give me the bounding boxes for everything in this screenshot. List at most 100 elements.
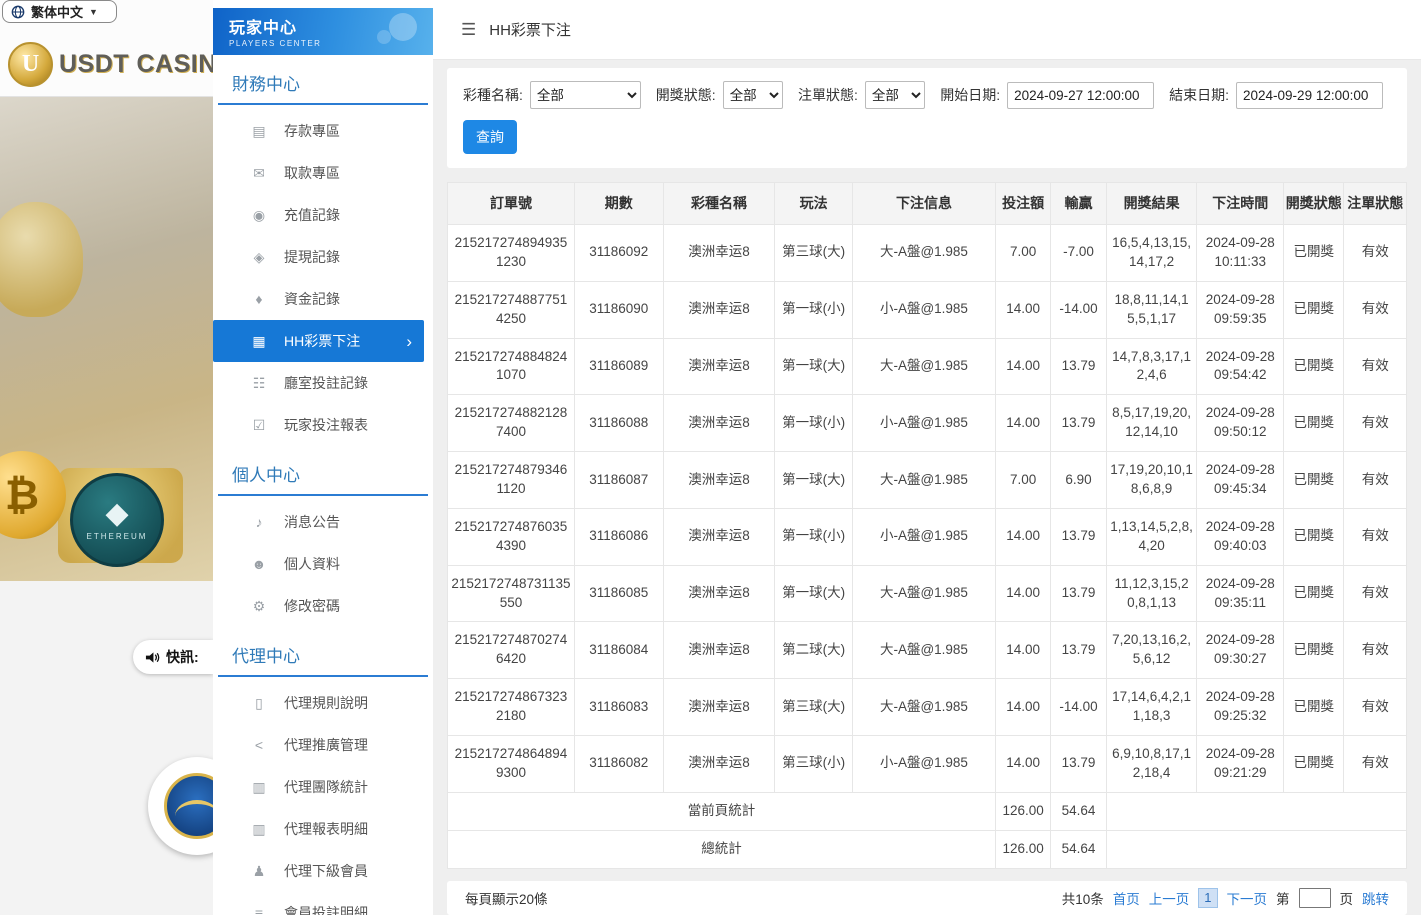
speaker-icon [145,650,160,665]
table-cell: 有效 [1344,225,1407,282]
table-cell: 第一球(小) [775,281,853,338]
filter-row: 彩種名稱: 全部 開獎狀態: 全部 注單狀態: 全部 開始日期: 結束日期: [463,81,1391,109]
start-date-input[interactable] [1007,82,1154,109]
column-header: 開獎結果 [1106,183,1197,225]
first-page-link[interactable]: 首页 [1113,888,1140,908]
sidebar-item-label: 玩家投注報表 [284,415,368,435]
table-cell: 2024-09-28 09:54:42 [1197,338,1284,395]
sidebar-item-change-password[interactable]: ⚙修改密碼 [213,585,433,627]
table-cell: -14.00 [1051,281,1106,338]
news-label: 快訊: [166,647,199,667]
menu-toggle-icon[interactable]: ☰ [461,20,476,40]
sidebar-item-agent-sub-members[interactable]: ♟代理下級會員 [213,850,433,892]
sidebar-item-label: 廳室投註記錄 [284,373,368,393]
sidebar-item-agent-team-stats[interactable]: ▥代理團隊統計 [213,766,433,808]
sidebar-item-messages[interactable]: ♪消息公告 [213,501,433,543]
sidebar-item-deposit-area[interactable]: ▤存款專區 [213,110,433,152]
team-logo-badge [148,757,213,855]
sidebar-item-member-bet-detail[interactable]: ≡會員投註明細 [213,892,433,915]
table-cell: 已開獎 [1284,395,1344,452]
table-cell: 澳洲幸运8 [663,395,775,452]
column-header: 下注信息 [852,183,995,225]
sidebar-item-withdraw-area[interactable]: ✉取款專區 [213,152,433,194]
column-header: 輸贏 [1051,183,1106,225]
current-page-button[interactable]: 1 [1198,888,1217,908]
next-page-link[interactable]: 下一页 [1227,888,1268,908]
column-header: 彩種名稱 [663,183,775,225]
sidebar-section-title: 個人中心 [218,446,428,496]
sidebar-item-profile[interactable]: ☻ 個人資料 [213,543,433,585]
pagination-bar: 每頁顯示20條 共10条 首页 上一页 1 下一页 第 页 跳转 [447,881,1407,915]
table-cell: 已開獎 [1284,736,1344,793]
table-cell: 澳洲幸运8 [663,622,775,679]
table-row: 215217274894935123031186092澳洲幸运8第三球(大)大-… [448,225,1407,282]
sidebar-item-funds-records[interactable]: ♦資金記錄 [213,278,433,320]
table-cell: 已開獎 [1284,281,1344,338]
table-cell: 16,5,4,13,15,14,17,2 [1106,225,1197,282]
sidebar-item-withdrawal-records[interactable]: ◈提現記錄 [213,236,433,278]
page-jump-input[interactable] [1299,888,1331,908]
table-cell: 2024-09-28 09:21:29 [1197,736,1284,793]
table-cell: -7.00 [1051,225,1106,282]
table-cell: 14.00 [995,622,1050,679]
column-header: 開獎狀態 [1284,183,1344,225]
news-ticker[interactable]: 快訊: [133,640,213,674]
sidebar-item-player-bet-report[interactable]: ☑玩家投注報表 [213,404,433,446]
sidebar-item-agent-rules[interactable]: ▯代理規則說明 [213,682,433,724]
table-cell: 大-A盤@1.985 [852,679,995,736]
room-records-icon: ☷ [251,375,267,392]
table-cell: 小-A盤@1.985 [852,508,995,565]
table-cell: 第一球(大) [775,565,853,622]
prev-page-link[interactable]: 上一页 [1149,888,1190,908]
summary-current-bet: 126.00 [995,792,1050,830]
summary-current-row: 當前頁統計 126.00 54.64 [448,792,1407,830]
table-cell: 大-A盤@1.985 [852,452,995,509]
column-header: 玩法 [775,183,853,225]
lottery-icon: ▦ [251,333,267,350]
ethereum-label: ETHEREUM [87,532,148,541]
table-header-row: 訂單號期數彩種名稱玩法下注信息投注額輸贏開獎結果下注時間開獎狀態注單狀態 [448,183,1407,225]
table-cell: 2152172748793461120 [448,452,575,509]
sidebar-item-hh-lottery-bets[interactable]: ▦HH彩票下注› [213,320,424,362]
table-cell: 31186089 [574,338,663,395]
table-cell: 第三球(小) [775,736,853,793]
pager: 共10条 首页 上一页 1 下一页 第 页 跳转 [1062,888,1389,908]
table-cell: 有效 [1344,452,1407,509]
table-row: 215217274870274642031186084澳洲幸运8第二球(大)大-… [448,622,1407,679]
table-cell: 14.00 [995,736,1050,793]
sidebar-item-label: 個人資料 [284,554,340,574]
draw-status-select[interactable]: 全部 [723,81,783,109]
document-icon: ▯ [251,695,267,712]
end-date-input[interactable] [1236,82,1383,109]
sidebar-item-label: 代理下級會員 [284,861,368,881]
column-header: 投注額 [995,183,1050,225]
table-cell: 2024-09-28 09:50:12 [1197,395,1284,452]
table-cell: 有效 [1344,508,1407,565]
deposit-icon: ▤ [251,123,267,140]
search-button[interactable]: 查詢 [463,120,517,154]
sidebar-item-agent-report-detail[interactable]: ▥代理報表明細 [213,808,433,850]
table-cell: 7.00 [995,452,1050,509]
table-cell: 14,7,8,3,17,12,4,6 [1106,338,1197,395]
order-status-select[interactable]: 全部 [865,81,925,109]
table-cell: 13.79 [1051,508,1106,565]
table-cell: 已開獎 [1284,508,1344,565]
user-icon: ☻ [251,556,267,572]
sidebar-item-room-bet-records[interactable]: ☷ 廳室投註記錄 [213,362,433,404]
chart-icon: ▥ [251,779,267,796]
sidebar-item-agent-promotion[interactable]: <代理推廣管理 [213,724,433,766]
table-cell: 2152172748702746420 [448,622,575,679]
sidebar-item-label: 會員投註明細 [284,903,368,915]
table-cell: 澳洲幸运8 [663,338,775,395]
table-cell: 澳洲幸运8 [663,736,775,793]
sidebar-item-recharge-records[interactable]: ◉充值記錄 [213,194,433,236]
lottery-name-select[interactable]: 全部 [530,81,641,109]
table-cell: 大-A盤@1.985 [852,622,995,679]
jump-link[interactable]: 跳转 [1362,888,1389,908]
table-row: 215217274882128740031186088澳洲幸运8第一球(小)小-… [448,395,1407,452]
topbar: ☰ HH彩票下注 [433,0,1421,60]
table-cell: 2024-09-28 09:25:32 [1197,679,1284,736]
language-selector[interactable]: 繁体中文 ▼ [2,0,117,23]
table-cell: 31186086 [574,508,663,565]
chevron-down-icon: ▼ [89,7,98,17]
